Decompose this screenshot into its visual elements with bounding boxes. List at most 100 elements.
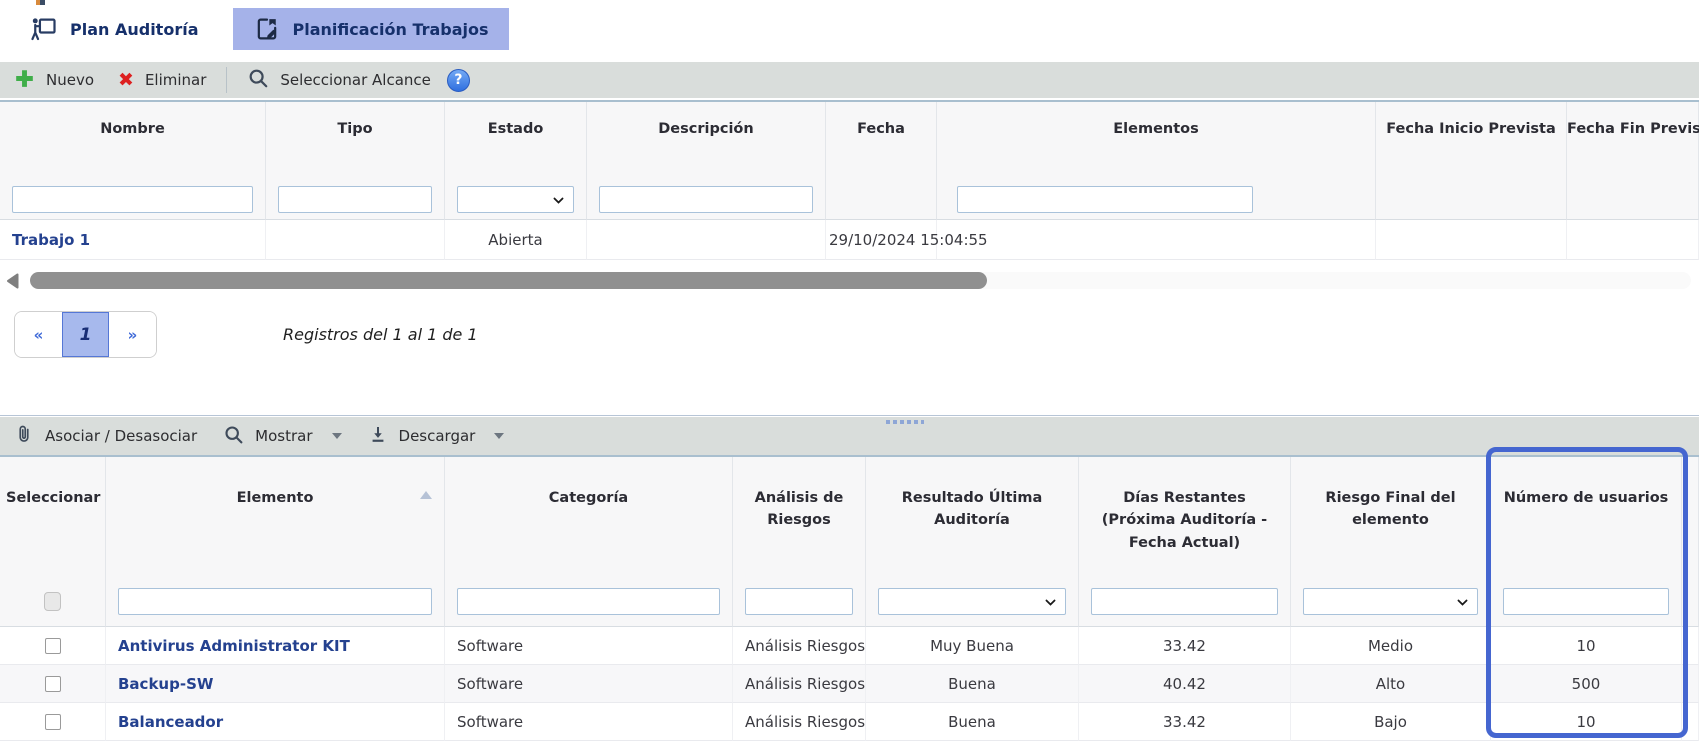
chevron-down-icon <box>494 433 504 439</box>
jobs-table: Nombre Tipo Estado Descripción Fecha Ele… <box>0 100 1699 260</box>
row-checkbox[interactable] <box>45 714 61 730</box>
categoria-cell: Software <box>445 703 733 741</box>
filter-nombre-input[interactable] <box>12 186 253 213</box>
categoria-cell: Software <box>445 627 733 665</box>
search-icon <box>223 424 244 449</box>
filter-riesgo-select[interactable] <box>1303 588 1478 615</box>
filter-elementos-input[interactable] <box>957 186 1253 213</box>
elements-filter-row <box>0 577 1699 627</box>
associate-button-label: Asociar / Desasociar <box>45 427 197 445</box>
clipped-browser-fragment <box>36 0 45 5</box>
categoria-cell: Software <box>445 665 733 703</box>
elements-table-header: Seleccionar Elemento Categoría Análisis … <box>0 455 1699 577</box>
associate-button[interactable]: Asociar / Desasociar <box>14 423 197 449</box>
element-row-backup[interactable]: Backup-SW Software Análisis Riesgos Buen… <box>0 665 1699 703</box>
element-row-antivirus[interactable]: Antivirus Administrator KIT Software Aná… <box>0 627 1699 665</box>
job-tipo-cell <box>266 220 445 260</box>
filter-analisis-input[interactable] <box>745 588 853 615</box>
column-header-seleccionar[interactable]: Seleccionar <box>0 457 106 577</box>
column-header-dias-restantes[interactable]: Días Restantes (Próxima Auditoría - Fech… <box>1079 457 1291 577</box>
column-header-numero-usuarios[interactable]: Número de usuarios <box>1491 457 1682 577</box>
job-descripcion-cell <box>587 220 826 260</box>
filter-resultado-select[interactable] <box>878 588 1066 615</box>
riesgo-cell: Alto <box>1291 665 1491 703</box>
job-fecha-inicio-cell <box>1376 220 1567 260</box>
analisis-cell: Análisis Riesgos <box>733 627 866 665</box>
dias-cell: 40.42 <box>1079 665 1291 703</box>
column-header-estado[interactable]: Estado <box>445 102 587 180</box>
filter-fecha-fin-empty <box>1567 180 1699 220</box>
tab-plan-auditoria[interactable]: Plan Auditoría <box>10 8 219 50</box>
tab-bar: Plan Auditoría Planificación Trabajos <box>10 8 509 50</box>
scrollbar-thumb[interactable] <box>30 272 987 289</box>
filter-dias-input[interactable] <box>1091 588 1278 615</box>
jobs-table-header: Nombre Tipo Estado Descripción Fecha Ele… <box>0 100 1699 180</box>
presentation-person-icon <box>30 15 58 43</box>
download-button[interactable]: Descargar <box>368 424 505 449</box>
select-scope-button[interactable]: Seleccionar Alcance <box>247 67 430 93</box>
element-link[interactable]: Balanceador <box>118 713 223 731</box>
scroll-left-arrow-icon[interactable] <box>5 273 20 293</box>
column-header-descripcion[interactable]: Descripción <box>587 102 826 180</box>
splitter-drag-handle[interactable] <box>886 420 924 424</box>
delete-button[interactable]: ✖ Eliminar <box>118 71 206 90</box>
show-button[interactable]: Mostrar <box>223 424 341 449</box>
column-header-fecha-inicio[interactable]: Fecha Inicio Prevista <box>1376 102 1567 180</box>
download-icon <box>368 424 388 449</box>
column-header-tipo[interactable]: Tipo <box>266 102 445 180</box>
x-icon: ✖ <box>118 71 134 90</box>
column-header-categoria[interactable]: Categoría <box>445 457 733 577</box>
filter-fecha-inicio-empty <box>1376 180 1567 220</box>
job-link[interactable]: Trabajo 1 <box>12 231 90 249</box>
usuarios-cell: 10 <box>1491 627 1682 665</box>
dias-cell: 33.42 <box>1079 703 1291 741</box>
filter-fecha-empty <box>826 180 937 220</box>
column-header-nombre[interactable]: Nombre <box>0 102 266 180</box>
pagination-next-button[interactable]: » <box>109 312 156 357</box>
usuarios-cell: 500 <box>1491 665 1682 703</box>
riesgo-cell: Bajo <box>1291 703 1491 741</box>
job-fecha-text: 29/10/2024 15:04:55 <box>829 231 1016 249</box>
filler-cell <box>1682 627 1699 665</box>
plus-icon <box>14 68 35 93</box>
help-icon[interactable]: ? <box>447 69 470 92</box>
chevron-down-icon <box>332 433 342 439</box>
pagination: « 1 » Registros del 1 al 1 de 1 <box>14 311 478 358</box>
jobs-table-row[interactable]: Trabajo 1 Abierta 29/10/2024 15:04:55 <box>0 220 1699 260</box>
column-header-riesgo-final[interactable]: Riesgo Final del elemento <box>1291 457 1491 577</box>
element-link[interactable]: Antivirus Administrator KIT <box>118 637 350 655</box>
column-header-fecha-fin[interactable]: Fecha Fin Prevista <box>1567 102 1699 180</box>
elements-toolbar: Asociar / Desasociar Mostrar Descargar <box>0 417 1699 455</box>
riesgo-cell: Medio <box>1291 627 1491 665</box>
column-header-fecha[interactable]: Fecha <box>826 102 937 180</box>
new-button[interactable]: Nuevo <box>14 68 94 93</box>
filter-elemento-input[interactable] <box>118 588 432 615</box>
select-all-checkbox[interactable] <box>44 592 61 611</box>
analisis-cell: Análisis Riesgos <box>733 665 866 703</box>
pagination-group: « 1 » <box>14 311 157 358</box>
tab-planificacion-trabajos[interactable]: Planificación Trabajos <box>233 8 509 50</box>
tab-label: Plan Auditoría <box>70 20 199 39</box>
column-header-analisis[interactable]: Análisis de Riesgos <box>733 457 866 577</box>
resultado-cell: Muy Buena <box>866 627 1079 665</box>
filter-descripcion-input[interactable] <box>599 186 813 213</box>
filter-filler <box>1682 577 1699 627</box>
filter-estado-select[interactable] <box>457 186 574 213</box>
horizontal-scrollbar[interactable] <box>0 271 1699 291</box>
filler-cell <box>1682 703 1699 741</box>
filter-usuarios-input[interactable] <box>1503 588 1669 615</box>
column-header-resultado[interactable]: Resultado Última Auditoría <box>866 457 1079 577</box>
element-row-balanceador[interactable]: Balanceador Software Análisis Riesgos Bu… <box>0 703 1699 741</box>
tab-label: Planificación Trabajos <box>293 20 489 39</box>
bookmark-edit-icon <box>253 15 281 43</box>
column-header-elementos[interactable]: Elementos <box>937 102 1376 180</box>
pagination-page-1[interactable]: 1 <box>62 312 109 357</box>
filter-categoria-input[interactable] <box>457 588 720 615</box>
sort-asc-icon[interactable] <box>420 491 432 499</box>
row-checkbox[interactable] <box>45 638 61 654</box>
element-link[interactable]: Backup-SW <box>118 675 213 693</box>
column-header-elemento[interactable]: Elemento <box>106 457 445 577</box>
pagination-prev-button[interactable]: « <box>15 312 62 357</box>
row-checkbox[interactable] <box>45 676 61 692</box>
filter-tipo-input[interactable] <box>278 186 432 213</box>
